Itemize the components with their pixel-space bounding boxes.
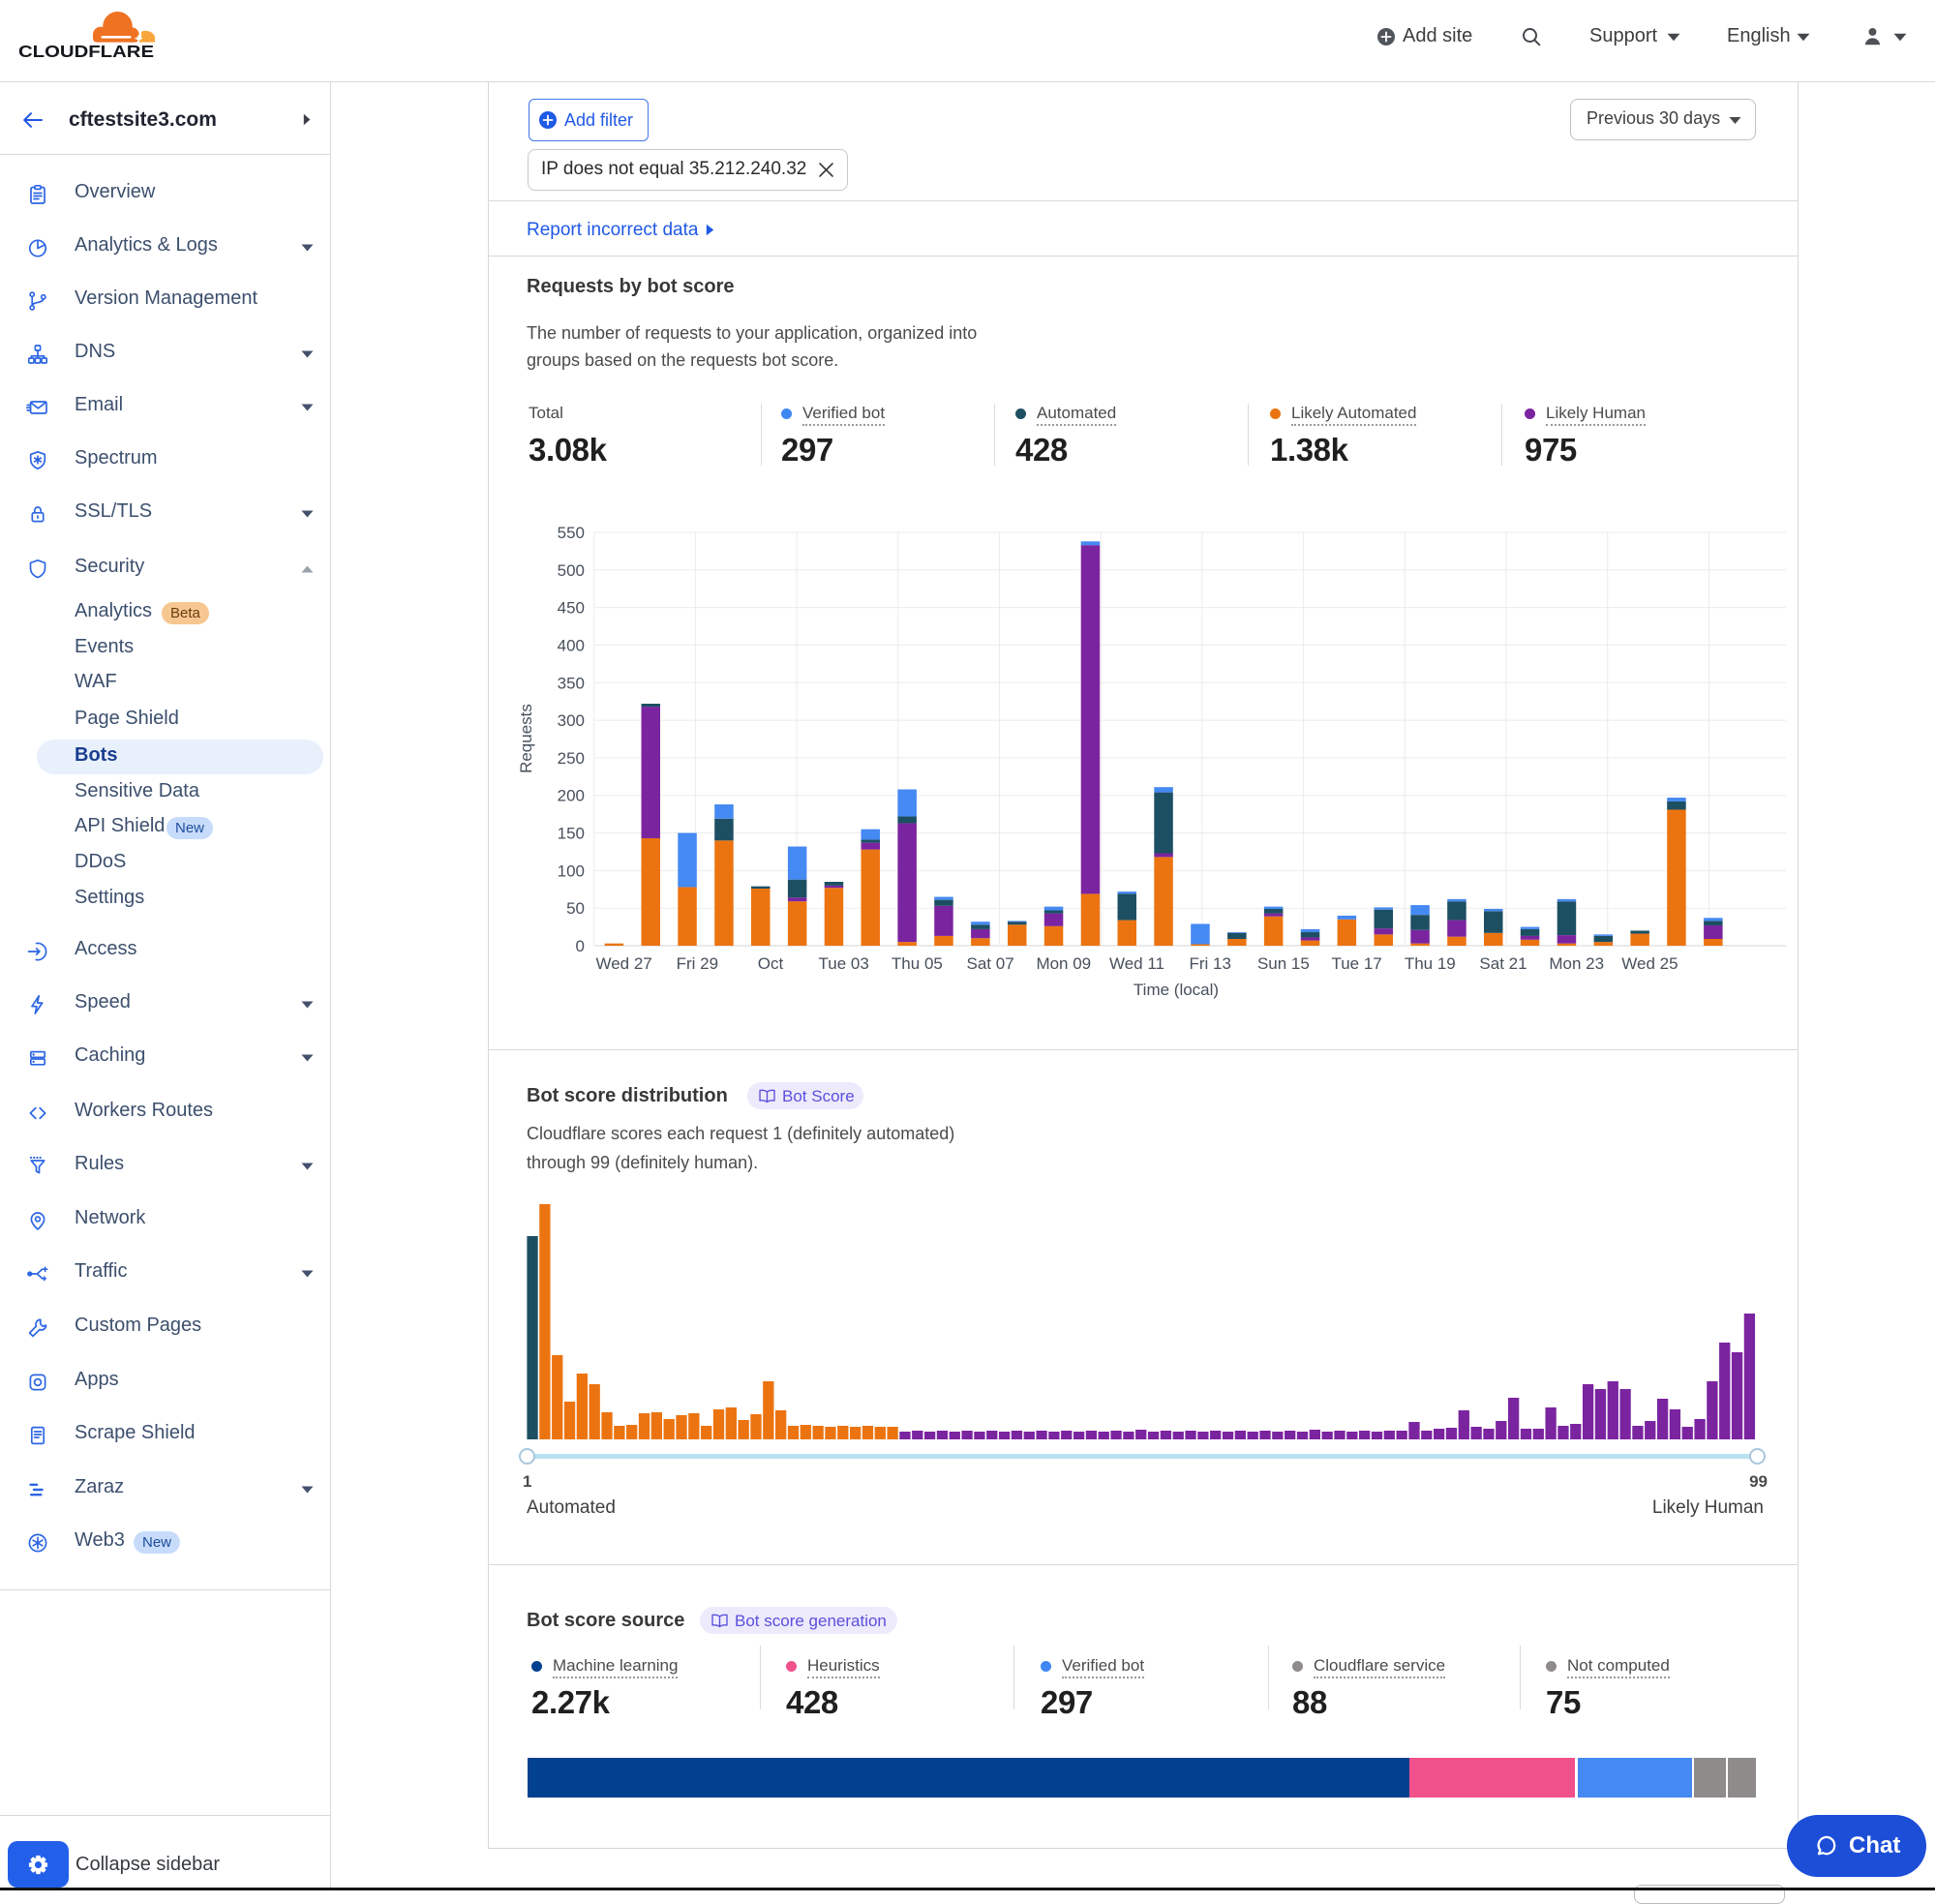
svg-text:Wed 11: Wed 11 xyxy=(1109,954,1164,973)
svg-text:Wed 25: Wed 25 xyxy=(1621,954,1678,973)
svg-text:Sat 07: Sat 07 xyxy=(967,954,1014,973)
svg-text:Fri 13: Fri 13 xyxy=(1189,954,1230,973)
svg-text:Wed 27: Wed 27 xyxy=(595,954,651,973)
svg-text:400: 400 xyxy=(558,636,585,654)
svg-text:Time (local): Time (local) xyxy=(1134,981,1219,999)
svg-text:0: 0 xyxy=(576,937,585,955)
svg-text:Requests: Requests xyxy=(517,704,535,773)
svg-text:Thu 05: Thu 05 xyxy=(892,954,943,973)
svg-text:250: 250 xyxy=(558,749,585,768)
svg-text:Oct: Oct xyxy=(758,954,784,973)
svg-text:Mon 09: Mon 09 xyxy=(1036,954,1091,973)
svg-text:Sat 21: Sat 21 xyxy=(1479,954,1527,973)
svg-text:200: 200 xyxy=(558,787,585,805)
svg-text:Sun 15: Sun 15 xyxy=(1257,954,1310,973)
svg-text:Mon 23: Mon 23 xyxy=(1549,954,1604,973)
svg-text:Thu 19: Thu 19 xyxy=(1405,954,1456,973)
svg-text:Tue 03: Tue 03 xyxy=(819,954,869,973)
svg-text:150: 150 xyxy=(558,825,585,843)
svg-text:450: 450 xyxy=(558,599,585,618)
svg-text:Fri 29: Fri 29 xyxy=(677,954,718,973)
svg-text:300: 300 xyxy=(558,711,585,730)
svg-text:100: 100 xyxy=(558,861,585,880)
svg-text:Tue 17: Tue 17 xyxy=(1331,954,1381,973)
svg-text:550: 550 xyxy=(558,524,585,542)
svg-text:350: 350 xyxy=(558,674,585,692)
svg-text:500: 500 xyxy=(558,561,585,580)
svg-text:CLOUDFLARE: CLOUDFLARE xyxy=(18,45,154,60)
svg-text:50: 50 xyxy=(566,899,585,918)
